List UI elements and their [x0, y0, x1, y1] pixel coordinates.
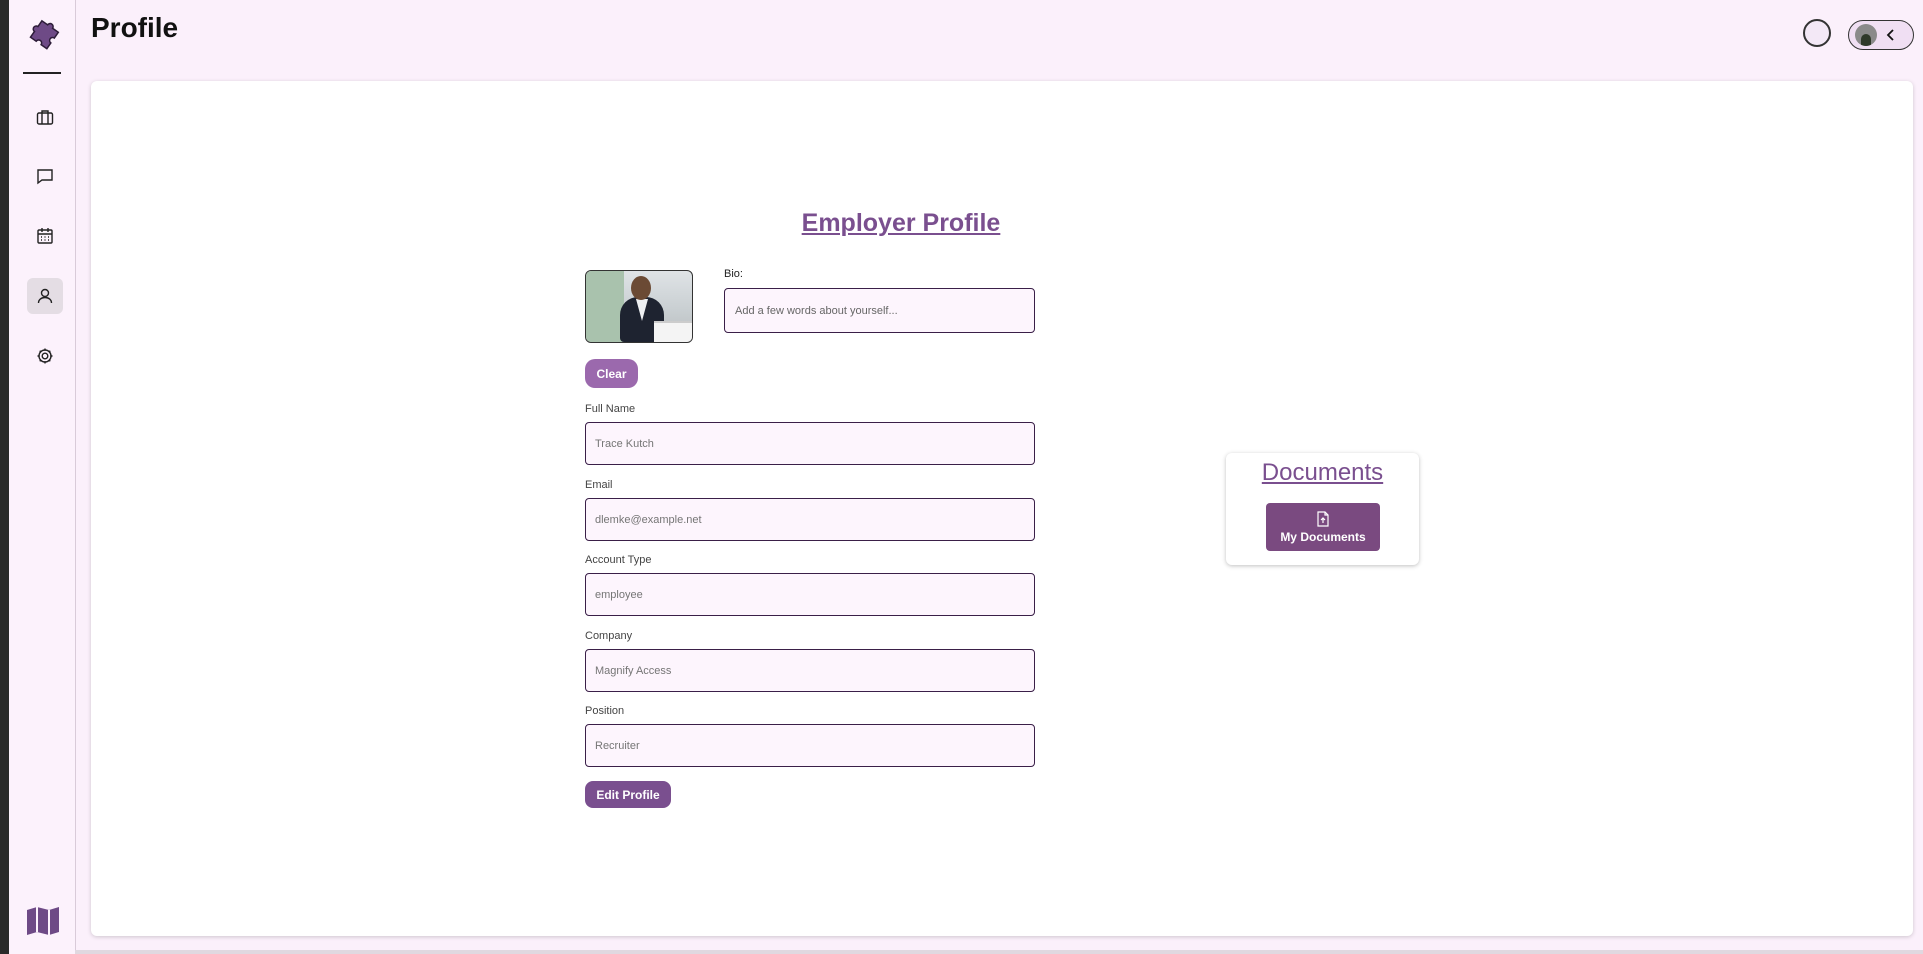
my-documents-button[interactable]: My Documents — [1266, 503, 1380, 551]
account-type-label: Account Type — [585, 554, 652, 566]
clear-button[interactable]: Clear — [585, 359, 638, 388]
profile-heading: Employer Profile — [801, 209, 1001, 237]
bio-label: Bio: — [724, 268, 743, 280]
bottom-scrollbar[interactable] — [75, 950, 1923, 954]
page-title: Profile — [91, 12, 179, 43]
sidebar-item-profile[interactable] — [27, 278, 63, 314]
bio-input[interactable] — [724, 288, 1035, 333]
chevron-left-icon — [1886, 29, 1894, 41]
file-upload-icon — [1317, 510, 1329, 527]
account-type-field[interactable] — [585, 573, 1035, 616]
documents-card: Documents My Documents — [1226, 453, 1419, 565]
puzzle-logo-icon[interactable] — [26, 18, 60, 52]
photo-background — [586, 271, 624, 342]
company-label: Company — [585, 630, 633, 642]
full-name-field[interactable] — [585, 422, 1035, 465]
window-edge — [0, 0, 9, 954]
sidebar-item-messages[interactable] — [27, 158, 63, 194]
email-field[interactable] — [585, 498, 1035, 541]
position-field[interactable] — [585, 724, 1035, 767]
position-label: Position — [585, 705, 625, 717]
my-documents-label: My Documents — [1280, 529, 1366, 544]
theme-toggle[interactable] — [1803, 19, 1831, 47]
user-menu[interactable] — [1848, 20, 1914, 50]
photo-head — [631, 276, 651, 300]
chat-icon — [37, 169, 53, 185]
user-icon — [37, 288, 53, 304]
briefcase-icon — [36, 110, 54, 125]
photo-table — [654, 321, 692, 342]
edit-profile-button[interactable]: Edit Profile — [585, 781, 671, 808]
sidebar — [9, 0, 76, 954]
sidebar-item-settings[interactable] — [27, 338, 63, 374]
email-label: Email — [585, 479, 613, 491]
sidebar-item-calendar[interactable] — [27, 218, 63, 254]
company-field[interactable] — [585, 649, 1035, 692]
main-card: Employer Profile Bio: Clear Full Name Em… — [91, 81, 1913, 936]
avatar — [1855, 24, 1877, 46]
calendar-icon — [37, 228, 53, 244]
sidebar-item-jobs[interactable] — [27, 99, 63, 135]
map-icon[interactable] — [25, 905, 61, 937]
gear-icon — [37, 348, 53, 364]
sidebar-divider — [23, 72, 61, 74]
documents-title[interactable]: Documents — [1226, 459, 1419, 487]
full-name-label: Full Name — [585, 403, 636, 415]
profile-photo[interactable] — [585, 270, 693, 343]
